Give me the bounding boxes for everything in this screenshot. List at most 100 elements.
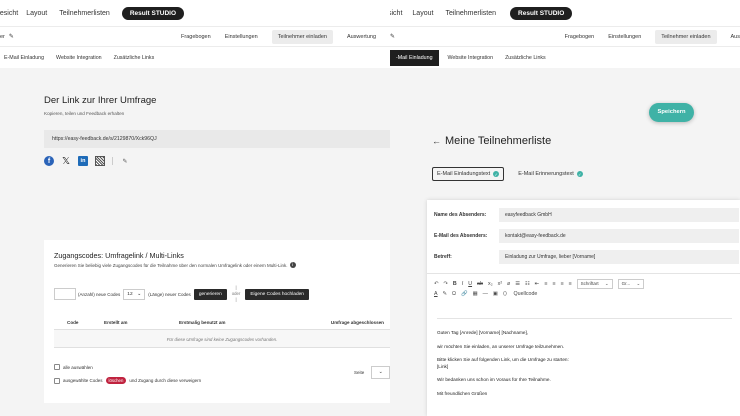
redo-icon[interactable]: ↷ <box>443 281 447 287</box>
page-select[interactable]: ⌄ <box>371 366 390 379</box>
clear-format-icon[interactable]: ⌀ <box>507 281 510 287</box>
nav-overview[interactable]: pesicht <box>0 10 18 17</box>
editor-toolbar: ↶ ↷ B I U ab x₂ x² ⌀ ☰ ☷ ⇤ ≡ ≡ ≡ ≡ Schri… <box>434 279 649 289</box>
nav-layout[interactable]: Layout <box>412 10 433 17</box>
sender-name-row: Name des Absenders: easyfeedback GmbH <box>434 208 739 222</box>
qr-code-icon[interactable] <box>95 156 105 166</box>
delete-button[interactable]: löschen <box>105 377 127 384</box>
font-family-select[interactable]: Schriftart ⌄ <box>576 279 613 289</box>
info-icon[interactable]: i <box>289 262 296 268</box>
left-pane: pesicht Layout Teilnehmerlisten Result S… <box>0 0 390 416</box>
email-body[interactable]: Guten Tag [Anrede] [Vorname] [Nachname],… <box>437 318 732 415</box>
mail-text-tabs: E-Mail Einladungstext ✓ E-Mail Erinnerung… <box>432 167 597 181</box>
tab-invite-text[interactable]: E-Mail Einladungstext ✓ <box>432 167 505 181</box>
subscript-icon[interactable]: x₂ <box>488 281 493 287</box>
tab-website-integration[interactable]: Website Integration <box>448 55 494 61</box>
italic-icon[interactable]: I <box>462 281 463 287</box>
page-title: Meine Teilnehmerliste <box>445 135 552 147</box>
result-studio-button[interactable]: Result STUDIO <box>121 6 185 20</box>
subject-row: Betreff: Einladung zur Umfrage, lieber [… <box>434 250 739 264</box>
code-length-select[interactable]: 12 ⌄ <box>123 288 146 300</box>
align-justify-icon[interactable]: ≡ <box>569 281 572 287</box>
nav-overview[interactable]: sicht <box>390 10 402 17</box>
check-icon: ✓ <box>576 171 583 177</box>
access-codes-card: Zugangscodes: Umfragelink / Multi-Links … <box>44 240 390 403</box>
invite-tabs: -Mail Einladung Website Integration Zusä… <box>390 46 740 68</box>
subnav-settings[interactable]: Einstellungen <box>225 34 258 40</box>
link-icon[interactable]: 🔗 <box>461 291 468 297</box>
survey-name: er <box>0 33 5 40</box>
x-icon[interactable]: 𝕏 <box>61 156 71 167</box>
subnav-settings[interactable]: Einstellungen <box>608 34 641 40</box>
body-line: Guten Tag [Anrede] [Vorname] [Nachname], <box>437 330 529 335</box>
tab-email-invite[interactable]: E-Mail Einladung <box>4 55 44 61</box>
superscript-icon[interactable]: x² <box>498 281 502 287</box>
pencil-icon[interactable]: ✎ <box>120 156 130 166</box>
upload-codes-button[interactable]: Eigene Codes hochladen <box>245 288 309 300</box>
pencil-icon[interactable]: ✎ <box>390 33 395 40</box>
invite-tabs: E-Mail Einladung Website Integration Zus… <box>0 46 390 68</box>
chevron-down-icon: ⌄ <box>137 291 142 297</box>
align-center-icon[interactable]: ≡ <box>552 281 555 287</box>
subnav-invite[interactable]: Teilnehmer einladen <box>271 29 333 44</box>
omega-icon[interactable]: Ω <box>452 291 456 297</box>
outdent-icon[interactable]: ⇤ <box>535 281 539 287</box>
subnav-evaluation[interactable]: Auswertung <box>347 34 376 40</box>
underline-icon[interactable]: U <box>468 281 472 287</box>
right-pane: sicht Layout Teilnehmerlisten Result STU… <box>390 0 740 416</box>
save-button[interactable]: Speichern <box>649 103 694 122</box>
source-code-button[interactable]: ⟨⟩ Quellcode <box>503 291 542 297</box>
selected-codes-checkbox[interactable] <box>54 377 60 384</box>
linkedin-icon[interactable]: in <box>78 156 88 166</box>
pencil-icon[interactable]: ✎ <box>9 33 14 40</box>
back-arrow-icon[interactable]: ← <box>432 136 441 146</box>
code-count-input[interactable] <box>54 288 76 300</box>
tab-website-integration[interactable]: Website Integration <box>56 55 102 61</box>
tab-additional-links[interactable]: Zusätzliche Links <box>114 55 155 61</box>
hr-icon[interactable]: ― <box>483 291 488 297</box>
divider <box>112 157 113 165</box>
col-code[interactable]: Code <box>67 320 104 325</box>
nav-participant-lists[interactable]: Teilnehmerlisten <box>59 10 110 17</box>
nav-layout[interactable]: Layout <box>26 10 47 17</box>
top-nav: pesicht Layout Teilnehmerlisten Result S… <box>0 0 390 26</box>
codes-empty-message: Für diese Umfrage sind keine Zugangscode… <box>54 329 390 348</box>
col-created[interactable]: Erstellt am <box>104 320 179 325</box>
bold-icon[interactable]: B <box>453 281 457 287</box>
font-size-select[interactable]: Gr... ⌄ <box>617 279 645 289</box>
highlight-icon[interactable]: ✎ <box>443 291 447 297</box>
survey-url-field[interactable]: https://easy-feedback.de/s/2129870/Xck96… <box>44 130 390 148</box>
align-left-icon[interactable]: ≡ <box>544 281 547 287</box>
tab-email-invite[interactable]: -Mail Einladung <box>390 49 439 66</box>
result-studio-button[interactable]: Result STUDIO <box>510 6 573 20</box>
subnav-evaluation[interactable]: Aus <box>731 34 740 40</box>
col-completed[interactable]: Umfrage abgeschlossen <box>331 320 384 325</box>
body-line: Wir bedanken uns schon im Voraus für Ihr… <box>437 377 551 382</box>
sender-email-row: E-Mail des Absenders: kontakt@easy-feedb… <box>434 229 739 243</box>
generate-button[interactable]: generieren <box>193 288 227 300</box>
col-first-used[interactable]: Erstmalig benutzt am <box>179 320 289 325</box>
strikethrough-icon[interactable]: ab <box>477 281 483 287</box>
table-icon[interactable]: ▦ <box>473 291 478 297</box>
undo-icon[interactable]: ↶ <box>434 281 438 287</box>
subject-input[interactable]: Einladung zur Umfrage, lieber [Vorname] <box>499 250 739 264</box>
sender-email-input[interactable]: kontakt@easy-feedback.de <box>499 229 739 243</box>
tab-reminder-text[interactable]: E-Mail Erinnerungstext ✓ <box>514 168 587 180</box>
link-subtitle: Kopieren, teilen und Feedback erhalten <box>44 111 125 116</box>
subnav-questionnaire[interactable]: Fragebogen <box>181 34 211 40</box>
image-icon[interactable]: ▣ <box>493 291 498 297</box>
nav-participant-lists[interactable]: Teilnehmerlisten <box>445 10 496 17</box>
select-all-checkbox[interactable] <box>54 364 60 370</box>
codes-table-header: Code Erstellt am Erstmalig benutzt am Um… <box>54 316 390 328</box>
codes-title: Zugangscodes: Umfragelink / Multi-Links <box>54 251 184 260</box>
numbered-list-icon[interactable]: ☷ <box>525 281 530 287</box>
facebook-icon[interactable]: f <box>44 156 54 166</box>
bullet-list-icon[interactable]: ☰ <box>515 281 520 287</box>
tab-additional-links[interactable]: Zusätzliche Links <box>505 55 546 61</box>
text-color-icon[interactable]: A <box>434 291 438 297</box>
subnav-invite[interactable]: Teilnehmer einladen <box>655 29 717 44</box>
sender-name-input[interactable]: easyfeedback GmbH <box>499 208 739 222</box>
codes-controls: (Anzahl) neue Codes 12 ⌄ (Länge) neuer C… <box>54 285 309 303</box>
align-right-icon[interactable]: ≡ <box>560 281 563 287</box>
subnav-questionnaire[interactable]: Fragebogen <box>565 34 595 40</box>
